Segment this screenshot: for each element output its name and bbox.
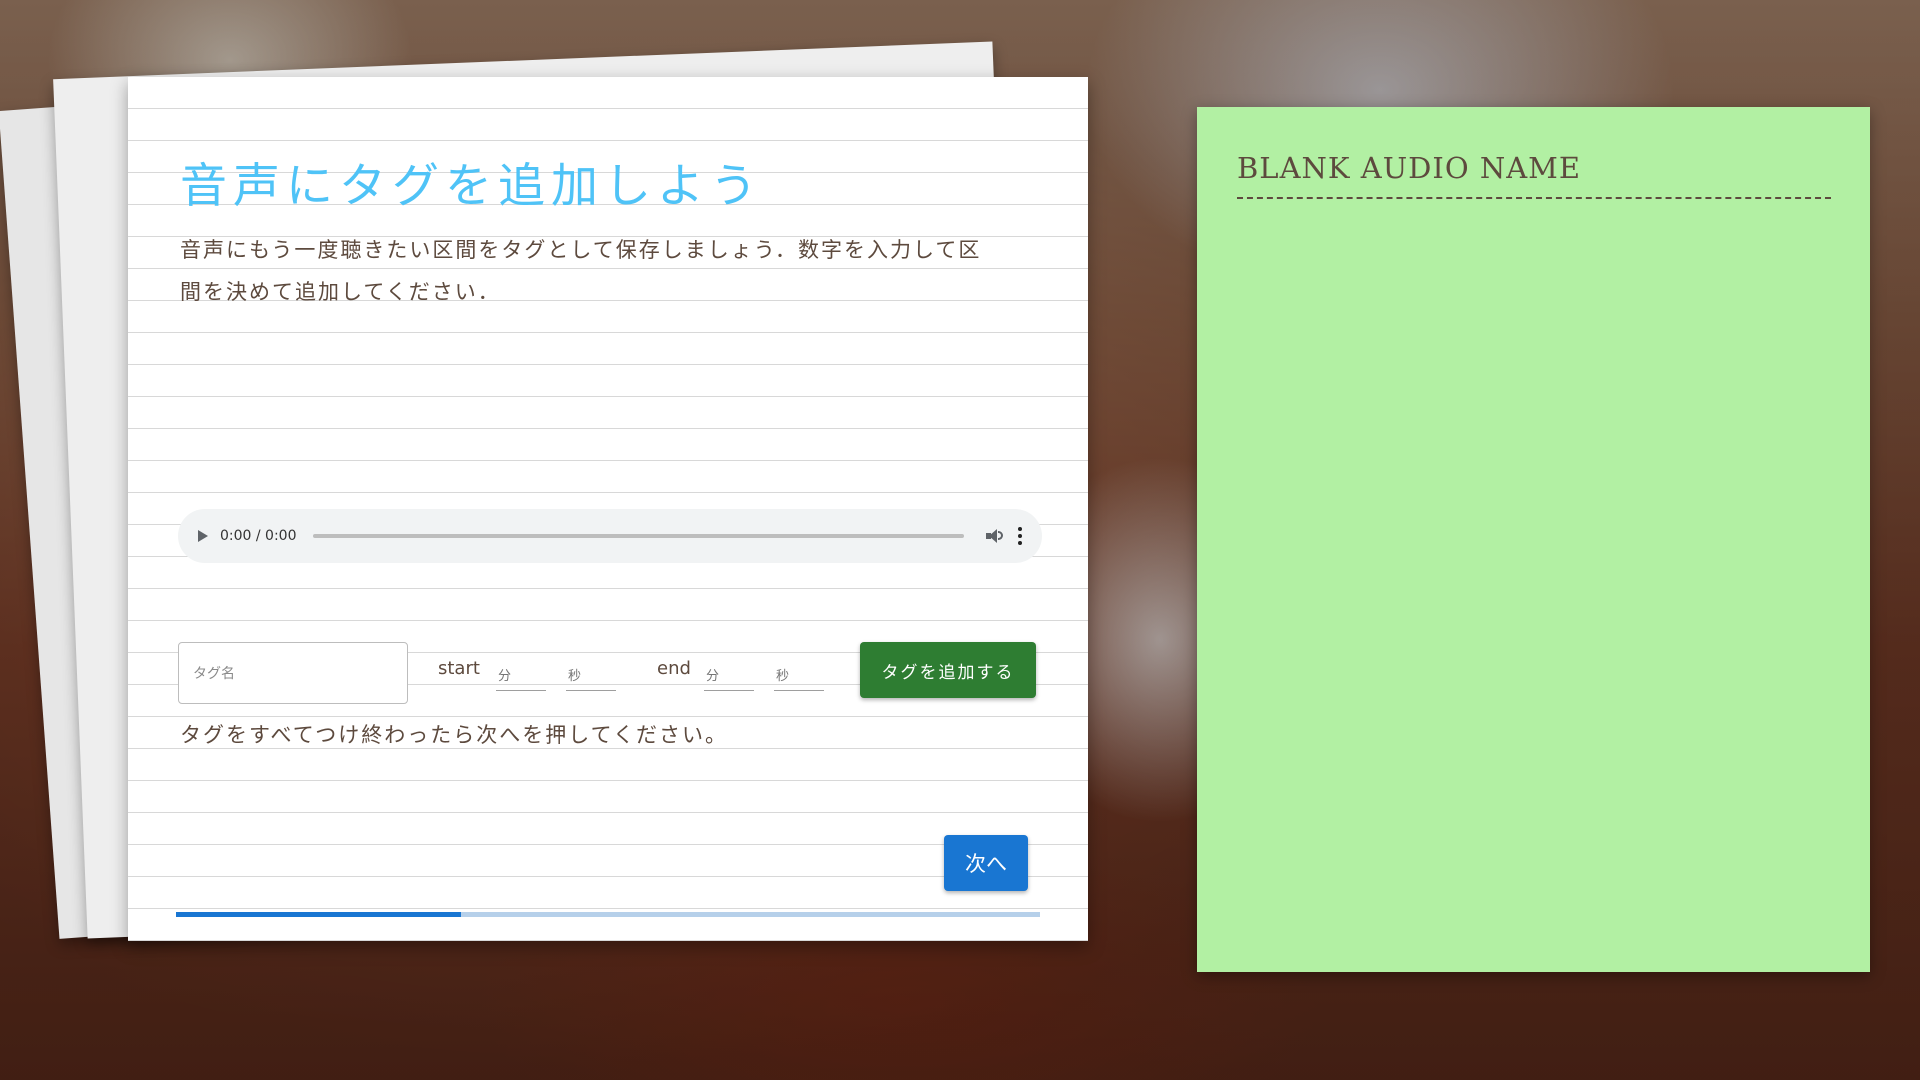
start-minute-input[interactable] — [496, 655, 546, 691]
progress-bar — [176, 912, 1040, 917]
progress-fill — [176, 912, 462, 917]
audio-time-display: 0:00 / 0:00 — [220, 528, 297, 544]
more-options-icon[interactable] — [1018, 527, 1022, 545]
tag-name-input[interactable] — [178, 642, 408, 704]
instruction-text: タグをすべてつけ終わったら次へを押してください。 — [180, 723, 729, 747]
audio-player[interactable]: 0:00 / 0:00 — [178, 509, 1042, 563]
start-label: start — [438, 658, 480, 679]
page-description: 音声にもう一度聴きたい区間をタグとして保存しましょう．数字を入力して区間を決めて… — [180, 238, 982, 304]
audio-info-panel: BLANK AUDIO NAME — [1197, 107, 1870, 972]
add-tag-button[interactable]: タグを追加する — [860, 642, 1036, 698]
audio-name-title: BLANK AUDIO NAME — [1237, 151, 1831, 199]
page-title: 音声にタグを追加しよう — [180, 159, 763, 214]
next-button[interactable]: 次へ — [944, 835, 1028, 891]
main-card: 音声にタグを追加しよう 音声にもう一度聴きたい区間をタグとして保存しましょう．数… — [128, 77, 1088, 941]
audio-seek-bar[interactable] — [312, 534, 964, 538]
end-minute-input[interactable] — [704, 655, 754, 691]
end-label: end — [657, 658, 691, 679]
play-icon[interactable] — [198, 530, 208, 542]
volume-icon[interactable] — [984, 528, 1004, 544]
start-second-input[interactable] — [566, 655, 616, 691]
end-second-input[interactable] — [774, 655, 824, 691]
